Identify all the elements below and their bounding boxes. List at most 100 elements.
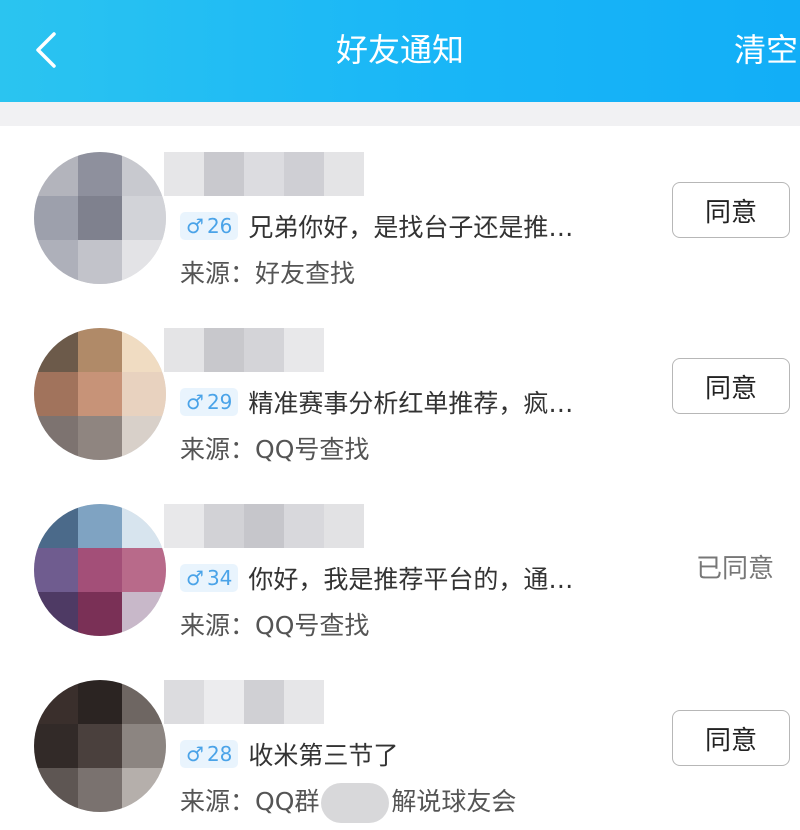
avatar-mosaic-cell (122, 328, 166, 372)
clear-button[interactable]: 清空 (734, 28, 798, 72)
avatar-mosaic-cell (122, 504, 166, 548)
nickname-mosaic-cell (204, 680, 244, 724)
section-divider (0, 102, 800, 126)
avatar-mosaic-cell (34, 152, 78, 196)
source-prefix: 来源： (180, 259, 256, 288)
age-value: 26 (206, 214, 233, 238)
request-meta: ♂ 29 精准赛事分析红单推荐，疯… (180, 384, 573, 420)
male-icon: ♂ (186, 214, 204, 238)
friend-request-row[interactable]: ♂ 26 兄弟你好，是找台子还是推… 来源：好友查找 同意 (0, 126, 800, 302)
friend-request-list: ♂ 26 兄弟你好，是找台子还是推… 来源：好友查找 同意 ♂ 29 精准赛事分析红单推荐，疯… (0, 126, 800, 830)
source-value-end: 解说球友会 (391, 787, 517, 816)
avatar-mosaic-cell (122, 152, 166, 196)
nickname-mosaic-cell (204, 152, 244, 196)
nickname-mosaic-cell (204, 504, 244, 548)
source-prefix: 来源： (180, 787, 256, 816)
nickname-mosaic-cell (164, 152, 204, 196)
nickname-mosaic-cell (284, 328, 324, 372)
avatar-mosaic-cell (78, 416, 122, 460)
avatar-mosaic-cell (34, 372, 78, 416)
avatar-mosaic-cell (78, 196, 122, 240)
avatar-mosaic-cell (78, 328, 122, 372)
avatar-mosaic-cell (78, 372, 122, 416)
request-source: 来源：QQ号查找 (180, 606, 369, 642)
nickname-mosaic (164, 680, 324, 724)
nickname-mosaic-cell (284, 680, 324, 724)
nickname-mosaic-cell (244, 152, 284, 196)
avatar-mosaic-cell (78, 152, 122, 196)
nickname-mosaic-cell (284, 152, 324, 196)
avatar-mosaic-cell (122, 416, 166, 460)
nickname-mosaic-cell (244, 504, 284, 548)
avatar-mosaic-cell (122, 196, 166, 240)
avatar-mosaic-cell (34, 504, 78, 548)
source-prefix: 来源： (180, 435, 256, 464)
avatar[interactable] (34, 328, 166, 460)
male-icon: ♂ (186, 390, 204, 414)
request-meta: ♂ 26 兄弟你好，是找台子还是推… (180, 208, 573, 244)
source-value: 好友查找 (255, 259, 356, 288)
avatar-mosaic-cell (34, 724, 78, 768)
nickname-mosaic (164, 328, 324, 372)
avatar-mosaic-cell (78, 724, 122, 768)
nickname-mosaic (164, 504, 364, 548)
nickname-mosaic-cell (204, 328, 244, 372)
avatar-mosaic-cell (34, 416, 78, 460)
nickname-mosaic-cell (244, 328, 284, 372)
source-value: QQ号查找 (255, 435, 370, 464)
request-meta: ♂ 34 你好，我是推荐平台的，通… (180, 560, 573, 596)
source-prefix: 来源： (180, 611, 256, 640)
avatar-mosaic-cell (122, 768, 166, 812)
avatar-mosaic-cell (78, 240, 122, 284)
nickname-mosaic-cell (284, 504, 324, 548)
nickname-mosaic-cell (164, 328, 204, 372)
request-message: 兄弟你好，是找台子还是推… (248, 213, 574, 242)
age-value: 28 (206, 742, 233, 766)
avatar-mosaic-cell (34, 592, 78, 636)
page-title: 好友通知 (335, 31, 464, 69)
avatar-mosaic-cell (122, 372, 166, 416)
request-source: 来源：QQ群 解说球友会 (180, 782, 516, 823)
age-value: 29 (206, 390, 233, 414)
accept-button[interactable]: 同意 (672, 182, 790, 238)
avatar-mosaic-cell (78, 504, 122, 548)
avatar-mosaic-cell (122, 240, 166, 284)
accept-button[interactable]: 同意 (672, 710, 790, 766)
friend-request-row[interactable]: ♂ 28 收米第三节了来源：QQ群 解说球友会 同意 (0, 654, 800, 830)
avatar[interactable] (34, 504, 166, 636)
accept-button[interactable]: 同意 (672, 358, 790, 414)
avatar-mosaic-cell (34, 328, 78, 372)
avatar-mosaic-cell (122, 592, 166, 636)
request-source: 来源：好友查找 (180, 254, 355, 290)
nickname-mosaic-cell (164, 504, 204, 548)
header-bar: 好友通知 清空 (0, 0, 800, 102)
avatar-mosaic-cell (78, 768, 122, 812)
nickname-mosaic-cell (324, 152, 364, 196)
request-message: 精准赛事分析红单推荐，疯… (248, 389, 574, 418)
avatar-mosaic-cell (34, 240, 78, 284)
avatar-mosaic-cell (34, 196, 78, 240)
avatar-mosaic-cell (122, 680, 166, 724)
avatar[interactable] (34, 152, 166, 284)
request-message: 收米第三节了 (248, 741, 399, 770)
male-icon: ♂ (186, 742, 204, 766)
gender-age-badge: ♂ 28 (180, 740, 239, 768)
avatar-mosaic-cell (34, 768, 78, 812)
nickname-mosaic-cell (164, 680, 204, 724)
nickname-mosaic-cell (244, 680, 284, 724)
source-value-start: QQ群 (255, 787, 320, 816)
avatar[interactable] (34, 680, 166, 812)
accepted-status: 已同意 (695, 554, 774, 584)
avatar-mosaic-cell (78, 548, 122, 592)
request-message: 你好，我是推荐平台的，通… (248, 565, 574, 594)
friend-request-row[interactable]: ♂ 34 你好，我是推荐平台的，通… 来源：QQ号查找 已同意 (0, 478, 800, 654)
avatar-mosaic-cell (122, 548, 166, 592)
friend-request-row[interactable]: ♂ 29 精准赛事分析红单推荐，疯… 来源：QQ号查找 同意 (0, 302, 800, 478)
redacted-blur (321, 783, 390, 823)
nickname-mosaic-cell (324, 504, 364, 548)
age-value: 34 (206, 566, 233, 590)
source-value: QQ号查找 (255, 611, 370, 640)
request-meta: ♂ 28 收米第三节了 (180, 736, 398, 772)
gender-age-badge: ♂ 34 (180, 564, 239, 592)
avatar-mosaic-cell (34, 548, 78, 592)
